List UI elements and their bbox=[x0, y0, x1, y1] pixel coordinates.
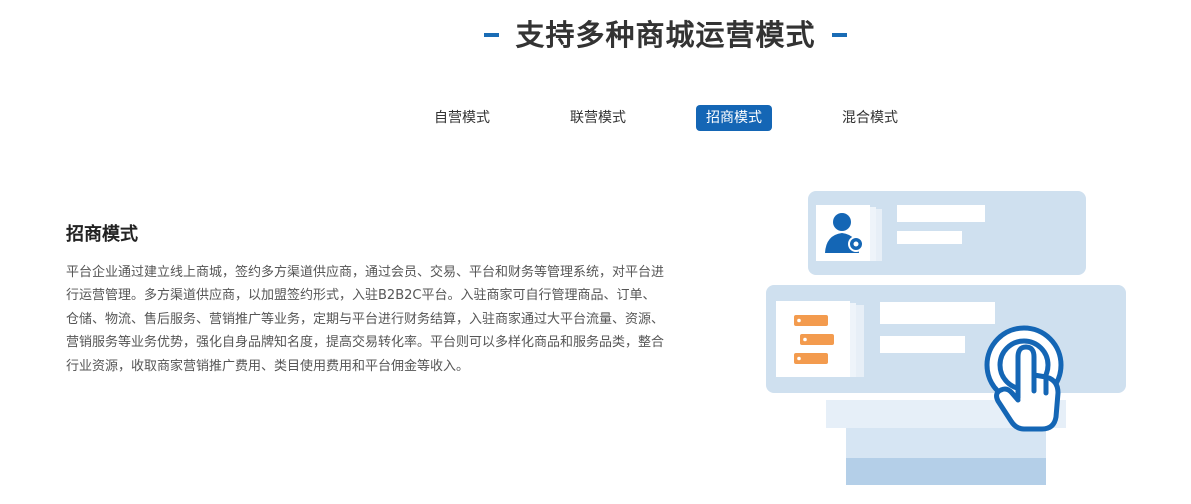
merchant-illustration bbox=[766, 191, 1126, 485]
user-card-bar-2 bbox=[897, 231, 962, 244]
tab-merchant-recruitment[interactable]: 招商模式 bbox=[696, 105, 772, 131]
tab-joint-operation[interactable]: 联营模式 bbox=[570, 105, 626, 131]
stand-base bbox=[846, 458, 1046, 485]
tab-self-operated[interactable]: 自营模式 bbox=[434, 105, 490, 131]
page-title: 支持多种商城运营模式 bbox=[515, 18, 816, 52]
page: 支持多种商城运营模式 自营模式 联营模式 招商模式 混合模式 招商模式 平台企业… bbox=[0, 0, 1191, 504]
heading-dash-left bbox=[484, 33, 500, 37]
mode-title: 招商模式 bbox=[66, 224, 138, 245]
stand-middle bbox=[846, 428, 1046, 458]
server-stack-icon bbox=[794, 315, 834, 364]
mode-description: 平台企业通过建立线上商城，签约多方渠道供应商，通过会员、交易、平台和财务等管理系… bbox=[66, 265, 665, 374]
heading-dash-right bbox=[831, 33, 847, 37]
tab-hybrid[interactable]: 混合模式 bbox=[842, 105, 898, 131]
store-card-bar-2 bbox=[880, 336, 965, 353]
store-card-bar-1 bbox=[880, 302, 995, 324]
user-card-bar-1 bbox=[897, 205, 985, 222]
section-heading: 支持多种商城运营模式 bbox=[0, 14, 1191, 56]
